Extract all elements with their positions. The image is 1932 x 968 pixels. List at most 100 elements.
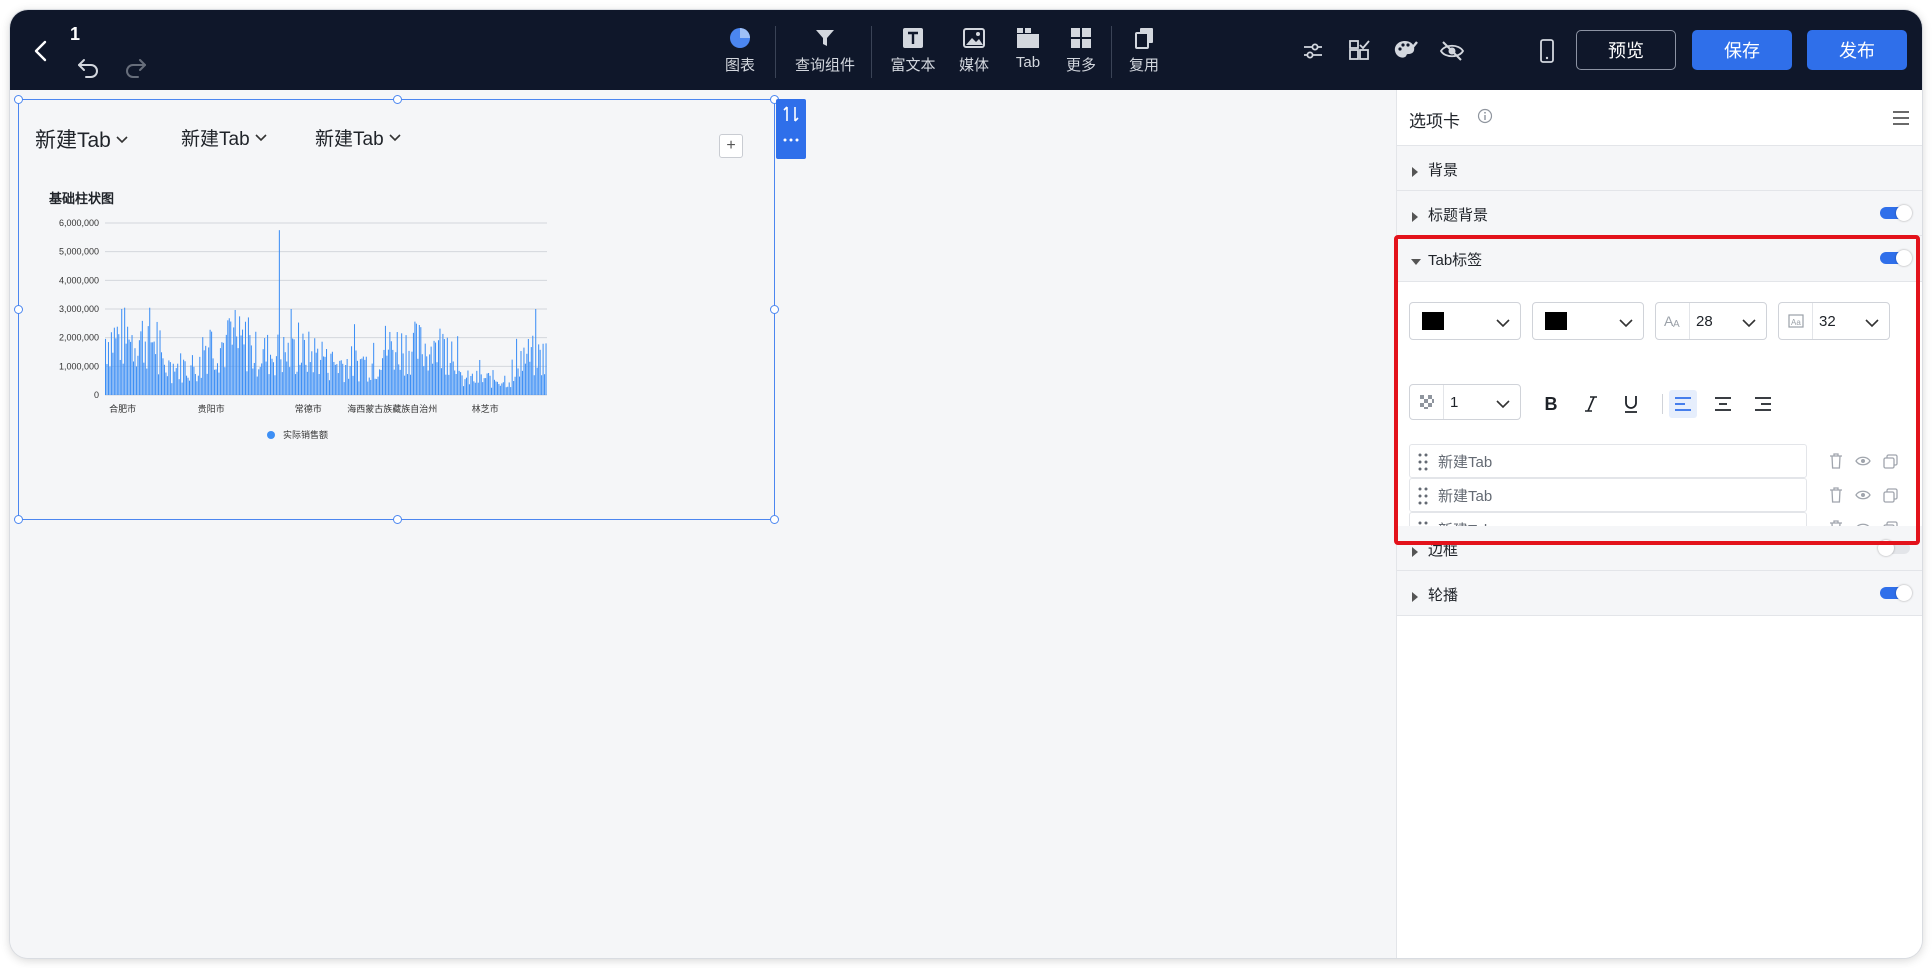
menu-icon[interactable] — [1892, 110, 1910, 131]
toolbar-divider — [775, 26, 776, 78]
publish-button[interactable]: 发布 — [1807, 30, 1907, 70]
bar — [106, 364, 108, 395]
trash-icon[interactable] — [1827, 452, 1845, 470]
resize-handle[interactable] — [770, 305, 779, 314]
widget-side-toolbar[interactable] — [776, 99, 806, 159]
copy-icon[interactable] — [1881, 452, 1899, 470]
resize-handle[interactable] — [14, 515, 23, 524]
border-toggle[interactable] — [1878, 540, 1910, 556]
bar — [208, 347, 210, 395]
bar — [460, 372, 462, 395]
mobile-icon[interactable] — [1532, 36, 1562, 66]
trash-icon[interactable] — [1827, 486, 1845, 504]
bar — [399, 369, 401, 395]
eye-off-icon[interactable] — [1437, 36, 1467, 66]
palette-icon[interactable] — [1391, 36, 1421, 66]
section-tab-labels[interactable]: Tab标签 — [1397, 236, 1922, 282]
section-border[interactable]: 边框 — [1397, 526, 1922, 571]
resize-handle[interactable] — [393, 515, 402, 524]
more-icon[interactable] — [782, 133, 800, 152]
redo-icon[interactable] — [122, 56, 148, 78]
title-background-toggle[interactable] — [1880, 205, 1912, 221]
copy-icon[interactable] — [1881, 486, 1899, 504]
resize-handle[interactable] — [14, 305, 23, 314]
bar — [243, 344, 245, 395]
save-button[interactable]: 保存 — [1692, 30, 1792, 70]
bar — [463, 386, 465, 395]
drag-handle-icon[interactable] — [1418, 452, 1428, 477]
bar — [112, 352, 114, 395]
checklist-icon[interactable] — [1344, 36, 1374, 66]
underline-icon[interactable] — [1617, 390, 1645, 418]
bar — [407, 374, 409, 395]
align-right-icon[interactable] — [1749, 390, 1777, 418]
eye-icon[interactable] — [1854, 452, 1872, 470]
section-title-background[interactable]: 标题背景 — [1397, 191, 1922, 236]
bar — [116, 326, 118, 395]
tab-header-row: 新建Tab 新建Tab 新建Tab + — [19, 100, 774, 170]
bar — [380, 369, 382, 395]
bar-chart-card[interactable]: 基础柱状图 6,000,000 5,000,000 4,000,000 3,000,0… — [27, 178, 763, 508]
font-size-icon: AA — [1656, 303, 1690, 339]
bar — [130, 341, 132, 395]
tab-header-2[interactable]: 新建Tab — [181, 124, 268, 151]
tool-rich-text[interactable]: 富文本 — [885, 24, 941, 80]
bar — [510, 387, 512, 395]
tool-reuse[interactable]: 复用 — [1126, 24, 1162, 80]
font-color-select[interactable] — [1409, 302, 1521, 340]
align-center-icon[interactable] — [1709, 390, 1737, 418]
bar — [334, 364, 336, 395]
tool-chart[interactable]: 图表 — [716, 24, 764, 80]
section-background[interactable]: 背景 — [1397, 146, 1922, 191]
bar — [190, 365, 192, 395]
add-tab-button[interactable]: + — [719, 134, 743, 158]
tool-media[interactable]: 媒体 — [954, 24, 994, 80]
tool-label: 媒体 — [958, 57, 989, 74]
tab-name-input[interactable] — [1438, 451, 1798, 471]
section-carousel[interactable]: 轮播 — [1397, 571, 1922, 616]
bold-icon[interactable]: B — [1537, 390, 1565, 418]
font-size-select[interactable]: AA 28 — [1655, 302, 1767, 340]
back-icon[interactable] — [26, 36, 56, 66]
bar — [166, 376, 168, 395]
dashboard-title[interactable]: 1 — [70, 24, 80, 45]
undo-icon[interactable] — [76, 56, 102, 78]
tool-more[interactable]: 更多 — [1063, 24, 1099, 80]
swap-icon[interactable] — [782, 105, 800, 128]
eye-icon[interactable] — [1854, 486, 1872, 504]
bar — [513, 381, 515, 395]
align-left-icon[interactable] — [1669, 390, 1697, 418]
bar — [258, 369, 260, 395]
resize-handle[interactable] — [770, 515, 779, 524]
bar — [125, 343, 127, 395]
bar — [342, 363, 344, 395]
tab-labels-toggle[interactable] — [1880, 250, 1912, 266]
tab-name-input[interactable] — [1438, 485, 1798, 505]
bar — [236, 336, 238, 395]
tool-tab[interactable]: Tab — [1013, 24, 1043, 80]
drag-handle-icon[interactable] — [1418, 486, 1428, 511]
tool-query[interactable]: 查询组件 — [782, 24, 868, 80]
resize-handle[interactable] — [393, 95, 402, 104]
active-font-color-select[interactable] — [1532, 302, 1644, 340]
info-icon[interactable] — [1477, 108, 1493, 129]
sliders-icon[interactable] — [1298, 36, 1328, 66]
italic-icon[interactable] — [1577, 390, 1605, 418]
x-tick-label: 合肥市 — [109, 403, 136, 414]
legend-label: 实际销售额 — [283, 429, 328, 440]
letter-spacing-value: 1 — [1450, 394, 1459, 411]
tab-header-1[interactable]: 新建Tab — [35, 124, 129, 154]
preview-button[interactable]: 预览 — [1576, 30, 1676, 70]
bar — [445, 374, 447, 395]
tab-header-3[interactable]: 新建Tab — [315, 124, 402, 151]
bar — [340, 360, 342, 395]
bar — [247, 317, 249, 395]
bar — [193, 366, 195, 395]
tab-widget[interactable]: 新建Tab 新建Tab 新建Tab + 基础柱状图 6,000,000 5,000… — [14, 95, 779, 524]
resize-handle[interactable] — [14, 95, 23, 104]
active-font-size-select[interactable]: Aa 32 — [1778, 302, 1890, 340]
bar — [477, 382, 479, 395]
editor-canvas[interactable]: 新建Tab 新建Tab 新建Tab + 基础柱状图 6,000,000 5,000… — [10, 90, 1396, 958]
carousel-toggle[interactable] — [1880, 585, 1912, 601]
letter-spacing-select[interactable]: 1 — [1409, 384, 1521, 420]
